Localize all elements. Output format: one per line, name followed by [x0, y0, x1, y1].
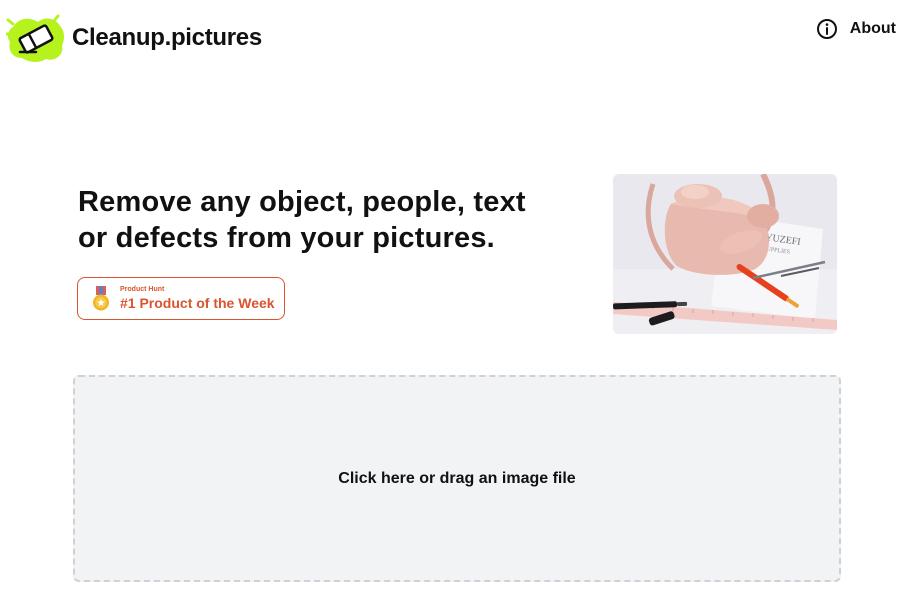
page: Cleanup.pictures About Remove any object… — [0, 0, 906, 593]
sample-photo[interactable]: YUZEFI SUPPLIES — [613, 174, 837, 334]
sample-photo-illustration: YUZEFI SUPPLIES — [613, 174, 837, 334]
hero-title-line-1: Remove any object, people, text — [78, 186, 526, 218]
hero-title-line-2: or defects from your pictures. — [78, 222, 495, 254]
product-of-week-label: #1 Product of the Week — [120, 295, 275, 311]
brand-name: Cleanup.pictures — [72, 24, 262, 51]
product-hunt-text: Product Hunt #1 Product of the Week — [120, 285, 275, 312]
logo-link[interactable]: Cleanup.pictures — [6, 12, 262, 64]
product-hunt-badge[interactable]: Product Hunt #1 Product of the Week — [77, 277, 285, 320]
hero-title: Remove any object, people, text or defec… — [78, 184, 598, 256]
about-link[interactable]: About — [816, 18, 896, 40]
upload-dropzone[interactable]: Click here or drag an image file — [73, 375, 841, 582]
dropzone-label: Click here or drag an image file — [338, 469, 576, 487]
about-label: About — [849, 20, 896, 37]
info-circle-icon — [816, 19, 837, 39]
medal-icon — [93, 285, 109, 310]
product-hunt-label: Product Hunt — [120, 286, 165, 293]
eraser-icon — [6, 14, 64, 62]
